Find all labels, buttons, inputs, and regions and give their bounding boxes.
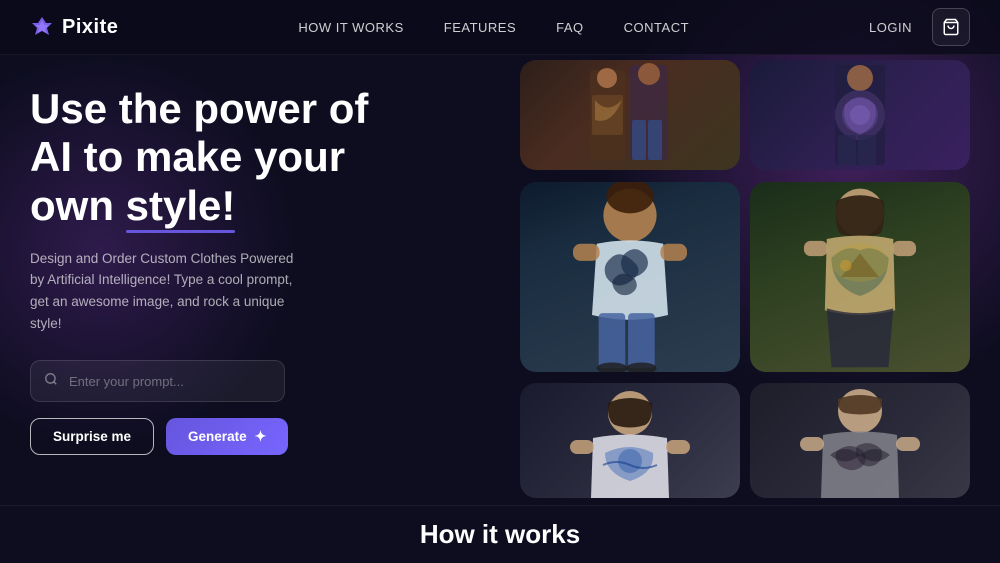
navbar: Pixite HOW IT WORKS FEATURES FAQ CONTACT…: [0, 0, 1000, 55]
nav-links: HOW IT WORKS FEATURES FAQ CONTACT: [298, 20, 689, 35]
hero-title: Use the power of AI to make your own sty…: [30, 85, 500, 230]
image-card-bot-left: [520, 383, 740, 498]
hero-title-highlight: style!: [126, 182, 236, 230]
prompt-input-wrapper: [30, 360, 500, 402]
hero-subtitle: Design and Order Custom Clothes Powered …: [30, 248, 310, 334]
button-row: Surprise me Generate ✦: [30, 418, 500, 455]
person-figure-4: [750, 182, 970, 372]
how-title: How it works: [420, 519, 580, 550]
person-figure-1: [520, 60, 740, 170]
image-card-mid-left: [520, 182, 740, 372]
image-grid: [520, 55, 970, 505]
nav-contact[interactable]: CONTACT: [624, 20, 689, 35]
image-card-mid-right: [750, 182, 970, 372]
cart-button[interactable]: [932, 8, 970, 46]
nav-right: LOGIN: [869, 8, 970, 46]
logo-text: Pixite: [62, 16, 118, 39]
search-icon: [44, 372, 58, 390]
cart-icon: [942, 18, 960, 36]
person-figure-2: [750, 60, 970, 170]
image-card-bot-right: [750, 383, 970, 498]
logo-icon: [30, 15, 54, 39]
image-card-top-left: [520, 60, 740, 170]
logo[interactable]: Pixite: [30, 15, 118, 39]
person-figure-3: [520, 182, 740, 372]
nav-features[interactable]: FEATURES: [444, 20, 516, 35]
how-section: How it works: [0, 505, 1000, 563]
prompt-input[interactable]: [30, 360, 285, 402]
generate-button[interactable]: Generate ✦: [166, 418, 288, 455]
person-figure-5: [520, 383, 740, 498]
image-card-top-right: [750, 60, 970, 170]
main-section: Use the power of AI to make your own sty…: [0, 55, 1000, 505]
hero-section: Use the power of AI to make your own sty…: [30, 55, 520, 505]
surprise-button[interactable]: Surprise me: [30, 418, 154, 455]
login-button[interactable]: LOGIN: [869, 20, 912, 35]
person-figure-6: [750, 383, 970, 498]
sparkle-icon: ✦: [255, 428, 267, 445]
nav-faq[interactable]: FAQ: [556, 20, 584, 35]
nav-how-it-works[interactable]: HOW IT WORKS: [298, 20, 403, 35]
